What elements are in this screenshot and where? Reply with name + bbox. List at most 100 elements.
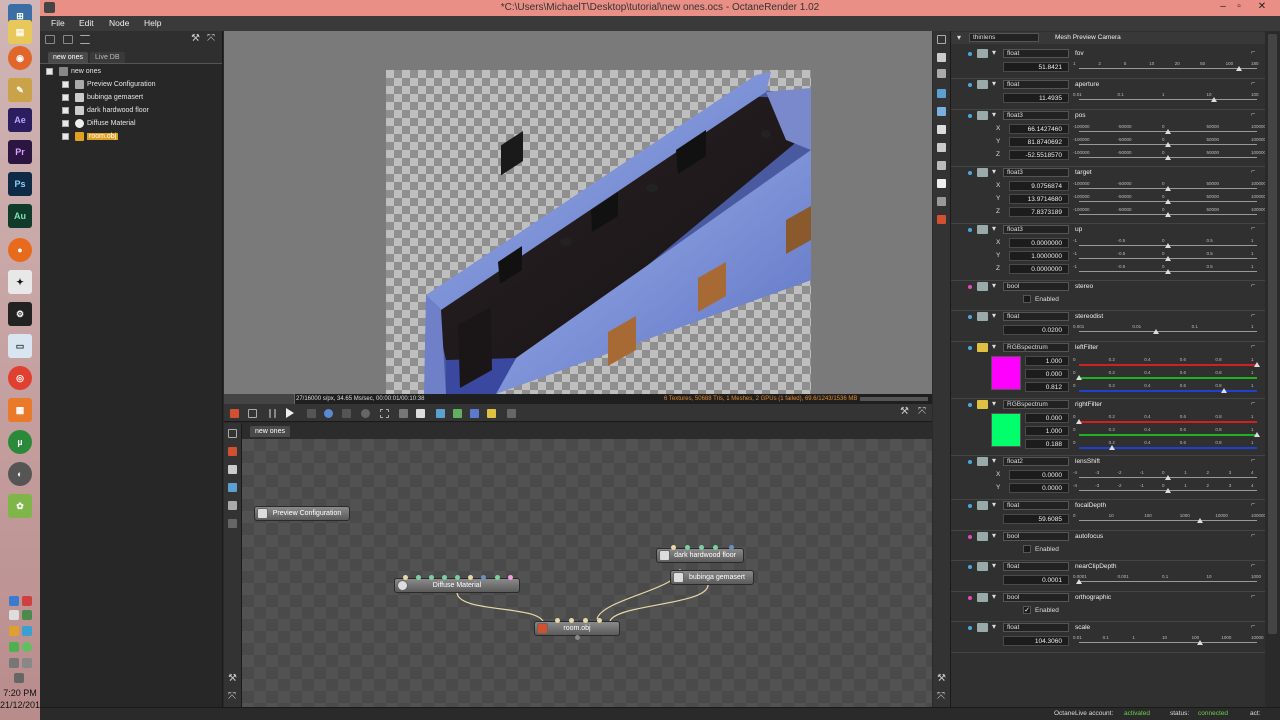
- tab-new-ones[interactable]: new ones: [48, 52, 88, 63]
- focus-picker-icon[interactable]: [380, 409, 389, 418]
- app-icon[interactable]: ⚙: [8, 302, 32, 326]
- value-slider[interactable]: [1079, 99, 1257, 100]
- imager-icon[interactable]: [937, 161, 946, 170]
- input-pin[interactable]: [468, 575, 473, 580]
- node-type-icon[interactable]: [977, 225, 988, 234]
- wrench-icon[interactable]: ⚒: [191, 33, 200, 44]
- node-preview-configuration[interactable]: Preview Configuration: [254, 506, 350, 521]
- tray-icon[interactable]: [9, 642, 19, 652]
- tray-icon[interactable]: [22, 596, 32, 606]
- collapse-arrow-icon[interactable]: ▾: [992, 79, 996, 88]
- value-field[interactable]: 104.3060: [1003, 636, 1069, 646]
- collapse-arrow-icon[interactable]: ▾: [992, 622, 996, 631]
- texture-icon[interactable]: [228, 465, 237, 474]
- slider-knob[interactable]: [1076, 375, 1082, 380]
- input-pin[interactable]: [685, 545, 690, 550]
- node-canvas[interactable]: Preview Configuration Diffuse Material d…: [242, 439, 932, 707]
- node-type-icon[interactable]: [977, 501, 988, 510]
- after-effects-icon[interactable]: Ae: [8, 108, 32, 132]
- scrollbar-thumb[interactable]: [1268, 34, 1277, 634]
- input-pin[interactable]: [968, 535, 972, 539]
- type-select[interactable]: bool: [1003, 282, 1069, 291]
- collapse-toggle-icon[interactable]: [46, 67, 53, 75]
- pause-icon[interactable]: [269, 409, 276, 418]
- material-icon[interactable]: [228, 483, 237, 492]
- node-type-icon[interactable]: [977, 532, 988, 541]
- value-field[interactable]: 13.9714680: [1009, 194, 1069, 204]
- slider-knob[interactable]: [1236, 66, 1243, 71]
- slider-knob[interactable]: [1197, 640, 1204, 645]
- channel-value-field[interactable]: 1.000: [1025, 426, 1069, 436]
- swap-icon[interactable]: [937, 35, 946, 44]
- input-pin[interactable]: [968, 114, 972, 118]
- wrench-icon[interactable]: ⚒: [228, 673, 237, 684]
- color-swatch[interactable]: [991, 413, 1021, 447]
- kernel-icon[interactable]: [937, 179, 946, 188]
- color-swatch[interactable]: [991, 356, 1021, 390]
- render-target-icon[interactable]: [937, 215, 946, 224]
- premiere-icon[interactable]: Pr: [8, 140, 32, 164]
- octane-icon[interactable]: ✦: [8, 270, 32, 294]
- value-field[interactable]: -52.5518570: [1009, 150, 1069, 160]
- paste-icon[interactable]: [937, 69, 946, 78]
- slider-knob[interactable]: [1165, 243, 1171, 248]
- expand-toggle-icon[interactable]: [62, 106, 69, 114]
- tray-network-icon[interactable]: [9, 596, 19, 606]
- maximize-button[interactable]: ▫: [1232, 1, 1246, 13]
- expand-icon[interactable]: ⌐: [1251, 312, 1255, 319]
- node-type-icon[interactable]: [977, 312, 988, 321]
- slider-knob[interactable]: [1165, 256, 1171, 261]
- fullscreen-icon[interactable]: ⤧: [918, 406, 926, 417]
- collapse-arrow-icon[interactable]: ▾: [992, 342, 996, 351]
- input-pin[interactable]: [495, 575, 500, 580]
- collapse-arrow-icon[interactable]: ▾: [992, 110, 996, 119]
- tree-item-preview-configuration[interactable]: Preview Configuration: [62, 79, 155, 91]
- input-pin[interactable]: [968, 83, 972, 87]
- type-select[interactable]: bool: [1003, 532, 1069, 541]
- color-picker-icon[interactable]: [977, 400, 988, 409]
- environment-icon[interactable]: [228, 519, 237, 528]
- value-slider[interactable]: [1079, 331, 1257, 332]
- input-pin[interactable]: [555, 618, 560, 623]
- slider-knob[interactable]: [1165, 186, 1171, 191]
- slider-knob[interactable]: [1165, 142, 1171, 147]
- chrome-icon[interactable]: ◎: [8, 366, 32, 390]
- collapse-icon[interactable]: [63, 35, 73, 44]
- close-button[interactable]: ✕: [1250, 1, 1274, 13]
- node-type-icon[interactable]: [977, 168, 988, 177]
- audition-icon[interactable]: Au: [8, 204, 32, 228]
- type-select[interactable]: RGBspectrum: [1003, 343, 1069, 352]
- value-field[interactable]: 51.8421: [1003, 62, 1069, 72]
- value-slider[interactable]: [1079, 520, 1257, 521]
- enabled-checkbox[interactable]: ✓: [1023, 606, 1031, 614]
- channel-value-field[interactable]: 0.188: [1025, 439, 1069, 449]
- value-field[interactable]: 9.0756874: [1009, 181, 1069, 191]
- type-select[interactable]: RGBspectrum: [1003, 400, 1069, 409]
- tree-item-room-obj[interactable]: room.obj: [62, 131, 119, 143]
- value-field[interactable]: 7.8373189: [1009, 207, 1069, 217]
- slider-knob[interactable]: [1197, 518, 1204, 523]
- expand-toggle-icon[interactable]: [62, 132, 69, 140]
- white-balance-icon[interactable]: [399, 409, 408, 418]
- slider-knob[interactable]: [1109, 445, 1116, 450]
- value-slider[interactable]: [1079, 364, 1257, 366]
- expand-toggle-icon[interactable]: [62, 80, 69, 88]
- value-field[interactable]: 0.0001: [1003, 575, 1069, 585]
- collapse-arrow-icon[interactable]: ▾: [992, 561, 996, 570]
- input-pin[interactable]: [729, 545, 734, 550]
- collapse-arrow-icon[interactable]: ▾: [957, 33, 961, 42]
- type-select[interactable]: float: [1003, 80, 1069, 89]
- slider-knob[interactable]: [1076, 579, 1082, 584]
- swap-icon[interactable]: [228, 429, 237, 438]
- texture-icon[interactable]: [937, 107, 946, 116]
- export-icon[interactable]: [453, 409, 462, 418]
- blender-icon[interactable]: ●: [8, 238, 32, 262]
- input-pin[interactable]: [455, 575, 460, 580]
- expand-icon[interactable]: ⌐: [1251, 532, 1255, 539]
- tab-node-graph[interactable]: new ones: [250, 426, 290, 437]
- slider-knob[interactable]: [1220, 388, 1227, 393]
- clay-mode-icon[interactable]: [230, 409, 239, 418]
- value-slider[interactable]: [1079, 421, 1257, 423]
- wrench-icon[interactable]: ⚒: [937, 673, 946, 684]
- save-image-icon[interactable]: [436, 409, 445, 418]
